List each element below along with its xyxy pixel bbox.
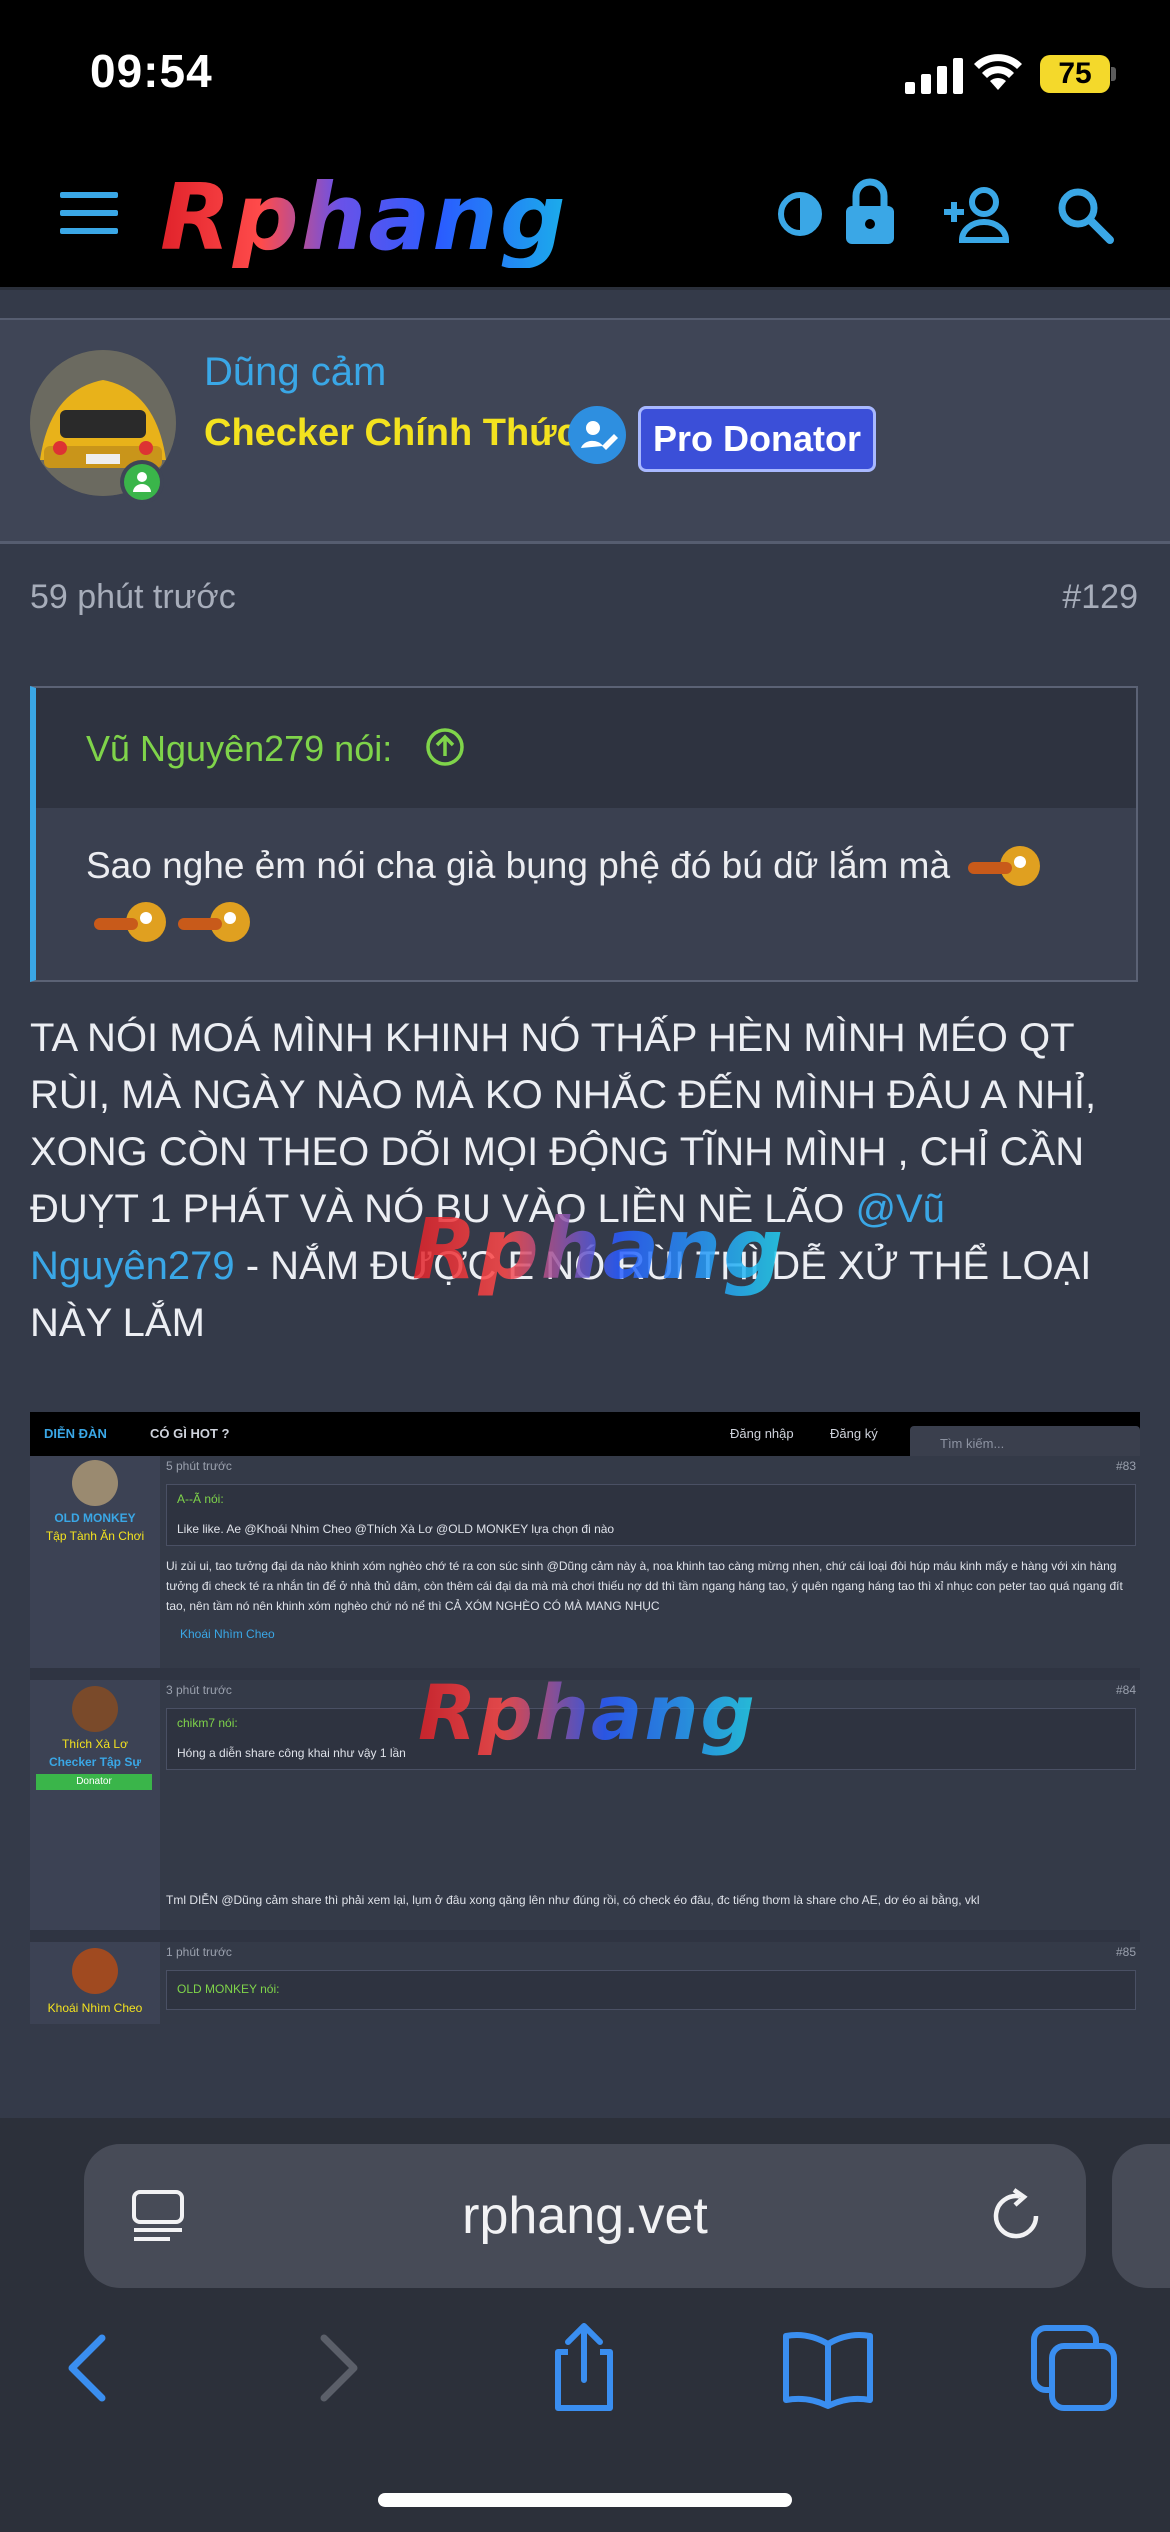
quote-author[interactable]: Vũ Nguyên279 nói: <box>86 728 392 770</box>
address-bar[interactable]: rphang.vet <box>84 2144 1086 2288</box>
menu-icon[interactable] <box>60 192 118 238</box>
attached-post: OLD MONKEY Tập Tành Ăn Chơi 5 phút trước… <box>30 1456 1140 1668</box>
add-user-icon[interactable] <box>940 182 1016 246</box>
wifi-icon <box>974 54 1022 90</box>
share-icon[interactable] <box>534 2318 634 2418</box>
online-status-icon <box>120 460 164 504</box>
search-icon[interactable] <box>1052 182 1116 246</box>
site-header: Rphang <box>0 140 1170 290</box>
next-tab-preview[interactable] <box>1112 2144 1170 2288</box>
reload-icon[interactable] <box>986 2186 1046 2246</box>
post-number[interactable]: #129 <box>1062 578 1138 617</box>
attached-nav-bar: DIỄN ĐÀN CÓ GÌ HOT ? Đăng nhập Đăng ký T… <box>30 1412 1140 1462</box>
site-logo[interactable]: Rphang <box>160 168 720 268</box>
contrast-icon[interactable] <box>768 182 832 246</box>
pro-donator-badge: Pro Donator <box>638 406 877 472</box>
browser-toolbar: rphang.vet <box>0 2118 1170 2532</box>
home-indicator <box>378 2493 792 2507</box>
cellular-signal-icon <box>905 58 963 94</box>
status-bar: 09:54 75 <box>0 0 1170 140</box>
attached-post: Khoái Nhìm Cheo 1 phút trước #85 OLD MON… <box>30 1942 1140 2024</box>
emoji-icon <box>94 902 166 943</box>
lock-icon[interactable] <box>838 176 902 248</box>
status-time: 09:54 <box>90 45 213 97</box>
go-to-quote-icon[interactable] <box>424 726 466 768</box>
post-author-card: Dũng cảm Checker Chính Thức Pro Donator <box>0 318 1170 544</box>
quote-block: Vũ Nguyên279 nói: Sao nghe ẻm nói cha gi… <box>30 686 1138 982</box>
post-time[interactable]: 59 phút trước <box>30 578 236 617</box>
back-icon[interactable] <box>36 2318 136 2418</box>
watermark-logo: Rphang <box>418 1668 757 1757</box>
url-text[interactable]: rphang.vet <box>84 2144 1086 2288</box>
quote-text: Sao nghe ẻm nói cha già bụng phệ đó bú d… <box>86 838 1106 950</box>
bookmarks-icon[interactable] <box>778 2318 878 2418</box>
verified-checker-icon <box>568 406 626 464</box>
forward-icon <box>320 2334 358 2402</box>
battery-indicator: 75 <box>1040 55 1116 93</box>
tabs-icon[interactable] <box>1024 2318 1124 2418</box>
author-title: Checker Chính Thức <box>204 412 578 454</box>
emoji-icon <box>968 846 1041 887</box>
emoji-icon <box>178 902 250 943</box>
watermark-logo: Rphang <box>412 1200 786 1298</box>
author-username[interactable]: Dũng cảm <box>204 350 386 395</box>
battery-level: 75 <box>1058 57 1092 90</box>
post-body: TA NÓI MOÁ MÌNH KHINH NÓ THẤP HÈN MÌNH M… <box>30 1016 1097 1345</box>
